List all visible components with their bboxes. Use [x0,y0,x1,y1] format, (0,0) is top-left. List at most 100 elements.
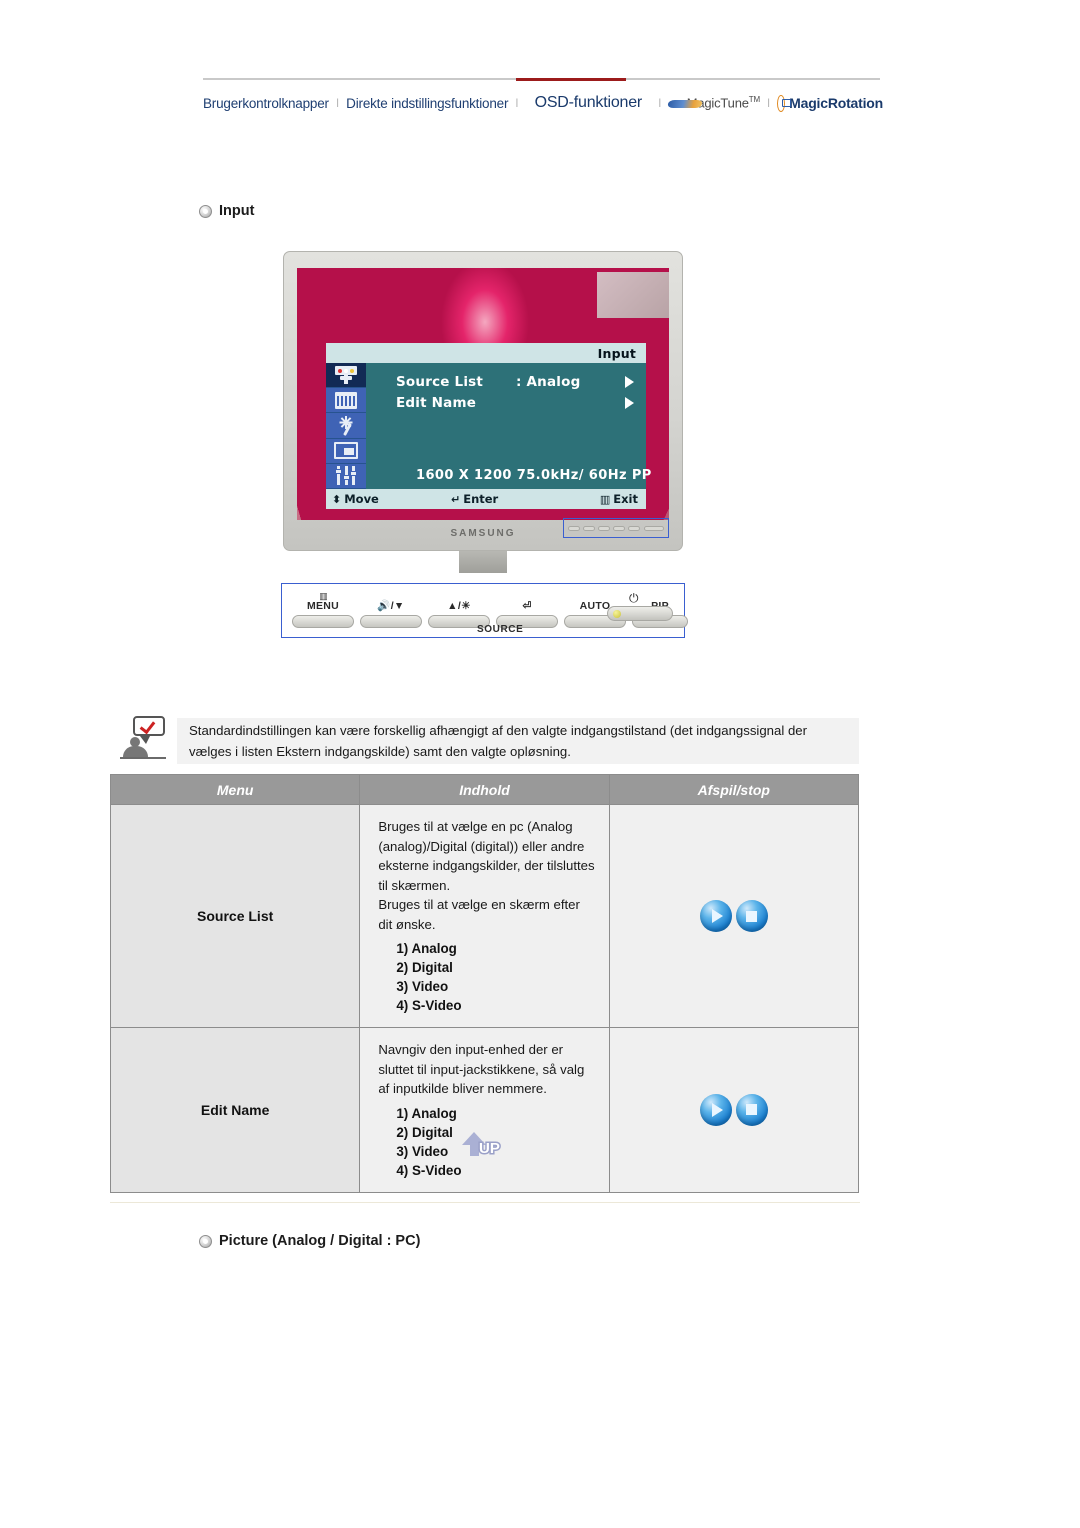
pip-screen-icon [334,442,358,460]
control-source-label: SOURCE [477,624,524,635]
spacer-icon [428,592,490,600]
row-content: Bruges til at vælge en pc (Analog (analo… [359,804,610,1028]
power-symbol-icon: ⏻ [629,591,639,605]
nav-items-row: Brugerkontrolknapper I Direkte indstilli… [203,88,883,118]
magic-wand-icon [335,415,357,436]
monitor-illustration: Input Source List: Analog Edit Name 160… [283,251,683,573]
osd-footer-exit-label: Exit [613,492,638,506]
picture-bars-icon [335,391,357,409]
tab-direkte-indstillingsfunktioner[interactable]: Direkte indstillingsfunktioner [346,96,508,111]
row-menu-name: Source List [109,804,361,1028]
menu-key-icon: ▥ [599,492,611,506]
note-text: Standardindstillingen kan være forskelli… [189,723,808,759]
control-up[interactable]: ▲/☀ [428,592,490,628]
input-heading-text: Input [219,203,255,219]
list-item: 1) Analog [396,1105,457,1121]
input-section-heading: Input [199,203,254,219]
monitor-stand-neck [459,551,507,573]
speaker-icon [360,592,422,600]
osd-footer-move-label: Move [344,492,379,506]
row-option-list: 1) Analog 2) Digital 3) Video 4) S-Video [378,939,594,1015]
top-navigation-bar: Brugerkontrolknapper I Direkte indstilli… [0,78,1080,120]
up-button-label: UP [478,1139,502,1159]
spacer-icon [632,592,688,600]
input-source-icon [335,366,357,385]
table-header-row: Menu Indhold Afspil/stop [109,774,860,805]
control-menu-label: MENU [306,600,340,612]
nav-separator: I [766,96,771,110]
control-up-label: ▲/☀ [447,600,471,612]
bezel-button-highlight-box [563,518,669,538]
table-row: Source List Bruges til at vælge en pc (A… [109,804,860,1028]
table-header-menu: Menu [109,774,361,805]
power-button[interactable] [607,606,673,621]
control-menu-key[interactable] [292,615,354,628]
row-playstop-cell [608,1027,860,1193]
note-person-icon [120,716,170,766]
row-content: Navngiv den input-enhed der er sluttet t… [359,1027,610,1193]
osd-menu-overlay: Input Source List: Analog Edit Name 160… [326,343,651,509]
row-description: Bruges til at vælge en pc (Analog (analo… [378,819,595,932]
list-item: 2) Digital [396,960,453,975]
bullet-circle-icon [199,1234,212,1248]
osd-body: Source List : Analog Edit Name 1600 X 12… [326,363,651,490]
nav-separator: I [335,96,340,110]
nav-separator: I [515,96,519,110]
osd-icon-color[interactable] [326,413,366,439]
enter-source-icon: ⏎ [522,600,532,612]
osd-icon-setup[interactable] [326,463,366,490]
magicrotation-label[interactable]: MagicRotation [789,95,883,111]
chevron-right-icon [625,376,634,388]
enter-key-icon: ↵ [451,492,461,506]
stop-button-icon[interactable] [735,1093,768,1126]
picture-heading-text: Picture (Analog / Digital : PC) [219,1233,421,1249]
osd-footer-enter-label: Enter [463,492,499,506]
osd-icon-pip[interactable] [326,438,366,464]
osd-icon-picture[interactable] [326,388,366,414]
osd-icon-column [326,363,366,490]
list-item: 3) Video [396,979,449,994]
sliders-icon [334,466,358,486]
up-button[interactable]: UP [462,1131,510,1161]
person-body-icon [123,746,148,757]
bullet-circle-icon [199,204,212,218]
section-divider [110,1202,860,1203]
list-item: 1) Analog [396,941,457,956]
osd-row-label: Source List [396,374,484,390]
playstop-buttons [611,1093,857,1126]
control-menu[interactable]: ▥ MENU [292,592,354,628]
osd-resolution-info: 1600 X 1200 75.0kHz/ 60Hz PP [416,468,652,483]
table-row: Edit Name Navngiv den input-enhed der er… [109,1027,860,1193]
table-header-indhold: Indhold [359,774,610,805]
tab-osd-funktioner[interactable]: OSD-funktioner [526,94,651,112]
osd-icon-input[interactable] [326,363,366,389]
playstop-buttons [611,900,857,932]
control-enter-source[interactable]: ⏎ [496,592,558,628]
osd-title-text: Input [597,345,636,361]
osd-footer-exit: ▥ Exit [600,492,638,506]
magictune-tm: TM [748,95,760,105]
osd-row-edit-name[interactable]: Edit Name [396,394,634,412]
magicrotation-logo-icon [777,94,791,112]
play-button-icon[interactable] [699,900,732,932]
tab-brugerkontrolknapper[interactable]: Brugerkontrolknapper [203,96,329,111]
spacer-icon [564,592,626,600]
magictune-logo-icon [667,97,704,109]
control-down-key[interactable] [360,615,422,628]
menu-grid-icon: ▥ [319,591,328,601]
picture-section-heading: Picture (Analog / Digital : PC) [199,1233,420,1249]
control-down[interactable]: 🔊/▼ [360,592,422,628]
row-menu-name: Edit Name [109,1027,361,1193]
osd-row-source-list[interactable]: Source List : Analog [396,373,634,391]
spacer-icon [496,592,558,600]
list-item: 4) S-Video [396,1162,462,1178]
monitor-screen: Input Source List: Analog Edit Name 160… [297,268,669,520]
osd-footer-move: ⬍ Move [332,492,379,506]
row-description: Navngiv den input-enhed der er sluttet t… [378,1042,585,1096]
play-button-icon[interactable] [699,1093,732,1126]
stop-button-icon[interactable] [735,900,768,932]
samsung-logo-text: SAMSUNG [450,527,516,539]
row-playstop-cell [608,804,860,1028]
desk-line-icon [120,757,166,759]
osd-footer-bar: ⬍ Move ↵ Enter ▥ Exit [326,489,646,509]
